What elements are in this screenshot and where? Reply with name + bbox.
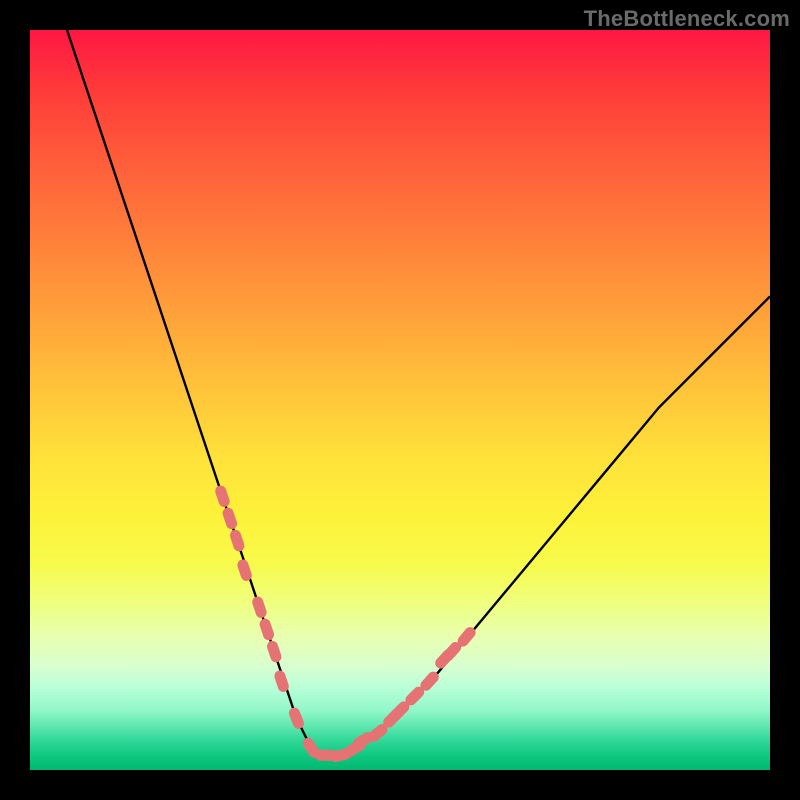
marker-dash [388,699,411,722]
bottleneck-curve [67,30,770,755]
marker-dash [258,617,275,641]
marker-dash [315,750,337,761]
marker-dash [343,737,368,758]
marker-dash [236,558,253,582]
marker-dash [329,747,353,763]
curve-markers [214,484,478,763]
marker-dash [455,625,478,649]
marker-dash [433,647,456,671]
marker-dash [214,484,231,508]
marker-dash [301,736,322,760]
watermark-text: TheBottleneck.com [584,6,790,32]
marker-dash [440,640,463,664]
marker-dash [418,669,441,693]
marker-dash [221,506,238,530]
marker-dash [351,730,376,751]
marker-dash [366,722,390,745]
chart-frame: TheBottleneck.com [0,0,800,800]
curve-svg [30,30,770,770]
plot-area [30,30,770,770]
marker-dash [229,528,246,552]
marker-dash [251,595,268,619]
marker-dash [403,684,426,707]
marker-dash [273,669,290,693]
marker-dash [381,707,404,730]
marker-dash [287,706,305,731]
marker-dash [266,639,283,663]
